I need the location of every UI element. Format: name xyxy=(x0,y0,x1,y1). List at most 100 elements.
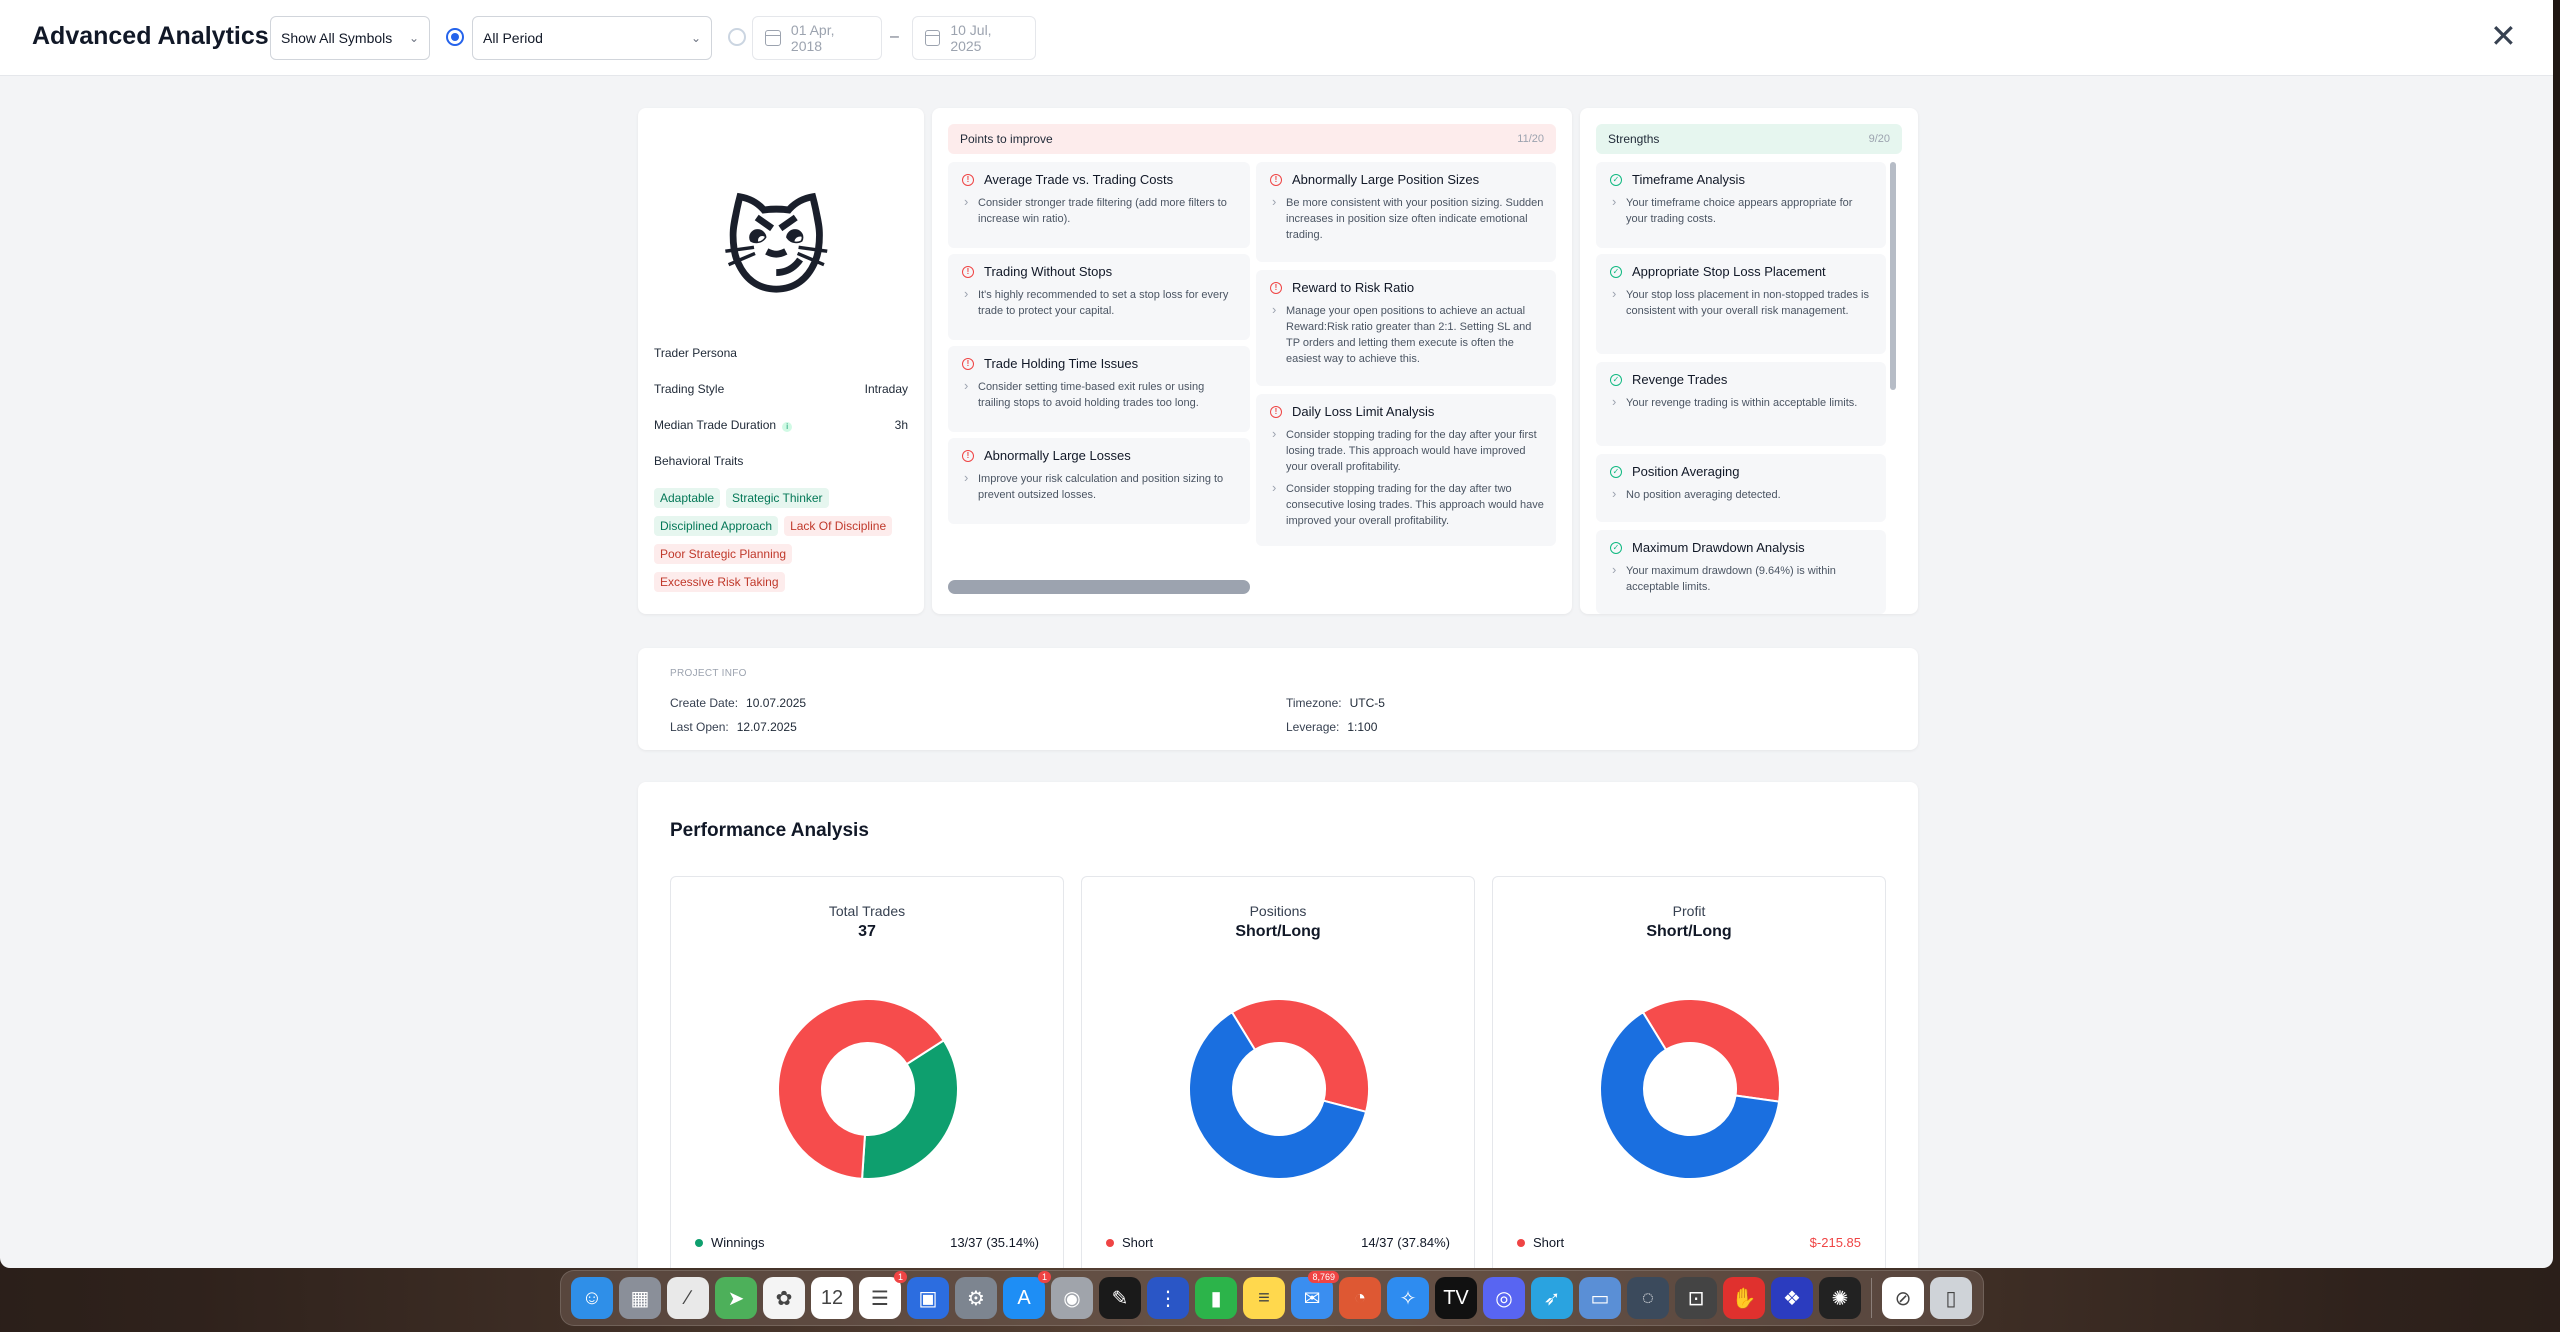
strength-item[interactable]: ✓ Appropriate Stop Loss Placement Your st… xyxy=(1596,254,1886,354)
chart-card-total-trades: Total Trades 37 Winnings 13/37 (35.14%) xyxy=(670,876,1064,1268)
strengths-title: Strengths xyxy=(1608,132,1660,146)
close-icon[interactable]: ✕ xyxy=(2490,20,2517,52)
period-select[interactable]: All Period ⌄ xyxy=(472,16,712,60)
cursor-icon[interactable]: ❖ xyxy=(1771,1277,1813,1319)
telegram-icon[interactable]: ➶ xyxy=(1531,1277,1573,1319)
date-from-value: 01 Apr, 2018 xyxy=(790,22,835,54)
check-icon: ✓ xyxy=(1610,173,1622,186)
traits-label: Behavioral Traits xyxy=(654,454,744,468)
chart-label: Profit xyxy=(1672,903,1706,919)
improve-item[interactable]: ! Average Trade vs. Trading Costs Conside… xyxy=(948,162,1250,248)
horizontal-scrollbar[interactable] xyxy=(948,580,1250,594)
trait-tag: Excessive Risk Taking xyxy=(654,572,785,592)
duckduckgo-icon[interactable]: ◔ xyxy=(1339,1277,1381,1319)
screen-icon[interactable]: ▣ xyxy=(907,1277,949,1319)
improve-item-desc: Consider stopping trading for the day af… xyxy=(1270,480,1544,529)
improve-item[interactable]: ! Trading Without Stops It's highly recom… xyxy=(948,254,1250,340)
numbers-icon[interactable]: ▮ xyxy=(1195,1277,1237,1319)
improve-item-title: Average Trade vs. Trading Costs xyxy=(984,172,1174,187)
strengths-count: 9/20 xyxy=(1868,133,1890,145)
chart-legend: Short 14/37 (37.84%) xyxy=(1106,1235,1450,1250)
trading-style-label: Trading Style xyxy=(654,382,725,396)
blocker-icon[interactable]: ⊘ xyxy=(1882,1277,1924,1319)
screenshot-icon[interactable]: ◉ xyxy=(1051,1277,1093,1319)
launchpad-icon[interactable]: ▦ xyxy=(619,1277,661,1319)
persona-title-text: Trader Persona xyxy=(654,346,737,360)
leverage: Leverage: 1:100 xyxy=(1286,720,1377,734)
capture-icon[interactable]: ⊡ xyxy=(1675,1277,1717,1319)
date-to-input[interactable]: 10 Jul, 2025 xyxy=(912,16,1036,60)
traits-list: Adaptable Strategic Thinker Disciplined … xyxy=(654,488,914,592)
quicktime-icon[interactable]: ◌ xyxy=(1627,1277,1669,1319)
legend-name: Short xyxy=(1122,1235,1154,1250)
improve-item-desc: Be more consistent with your position si… xyxy=(1270,194,1544,243)
period-radio[interactable] xyxy=(446,28,464,46)
improve-item[interactable]: ! Abnormally Large Losses Improve your ri… xyxy=(948,438,1250,524)
finder-icon[interactable]: ☺ xyxy=(571,1277,613,1319)
tradingview-icon[interactable]: TV xyxy=(1435,1277,1477,1319)
chart-legend: Winnings 13/37 (35.14%) xyxy=(695,1235,1039,1250)
symbols-select[interactable]: Show All Symbols ⌄ xyxy=(270,16,430,60)
trait-tag: Lack Of Discipline xyxy=(784,516,893,536)
calendar-icon[interactable]: 12 xyxy=(811,1277,853,1319)
strength-item-desc: No position averaging detected. xyxy=(1610,486,1874,503)
strength-item-title: Revenge Trades xyxy=(1632,372,1728,387)
trash-icon[interactable]: ▯ xyxy=(1930,1277,1972,1319)
improve-card: Points to improve 11/20 ! Average Trade v… xyxy=(932,108,1572,614)
network-icon[interactable]: ⋮ xyxy=(1147,1277,1189,1319)
timezone: Timezone: UTC-5 xyxy=(1286,696,1385,710)
improve-item[interactable]: ! Daily Loss Limit Analysis Consider stop… xyxy=(1256,394,1556,546)
legend-value: 13/37 (35.14%) xyxy=(950,1235,1039,1250)
strength-item-desc: Your revenge trading is within acceptabl… xyxy=(1610,394,1874,411)
legend-dot xyxy=(1106,1239,1114,1247)
improve-item-desc: Manage your open positions to achieve an… xyxy=(1270,302,1544,367)
safari-icon[interactable]: ✧ xyxy=(1387,1277,1429,1319)
page-title: Advanced Analytics xyxy=(32,22,269,50)
chart-subtitle: Short/Long xyxy=(1646,923,1732,940)
adobe-icon[interactable]: ✋ xyxy=(1723,1277,1765,1319)
date-range-radio[interactable] xyxy=(728,28,746,46)
last-open: Last Open: 12.07.2025 xyxy=(670,720,797,734)
vertical-scrollbar[interactable] xyxy=(1890,162,1896,390)
improve-item-desc: Consider setting time-based exit rules o… xyxy=(962,378,1238,411)
calendar-icon xyxy=(765,30,781,46)
strength-item-title: Maximum Drawdown Analysis xyxy=(1632,540,1805,555)
strength-item[interactable]: ✓ Maximum Drawdown Analysis Your maximum … xyxy=(1596,530,1886,614)
improve-item-title: Reward to Risk Ratio xyxy=(1292,280,1415,295)
preview-icon[interactable]: ▭ xyxy=(1579,1277,1621,1319)
warning-icon: ! xyxy=(962,265,974,278)
chart-label: Positions xyxy=(1249,903,1307,919)
improve-item[interactable]: ! Trade Holding Time Issues Consider sett… xyxy=(948,346,1250,432)
donut-slice-0[interactable] xyxy=(1230,999,1369,1114)
donut-chart xyxy=(778,999,958,1179)
reminders-icon[interactable]: ☰ 1 xyxy=(859,1271,907,1319)
improve-item-desc: It's highly recommended to set a stop lo… xyxy=(962,286,1238,319)
strengths-header: Strengths 9/20 xyxy=(1596,124,1902,154)
improve-item[interactable]: ! Reward to Risk Ratio Manage your open p… xyxy=(1256,270,1556,386)
settings-icon[interactable]: ⚙ xyxy=(955,1277,997,1319)
symbols-select-value: Show All Symbols xyxy=(281,30,393,46)
trading-style-row: Trading Style Intraday xyxy=(654,382,908,396)
books-icon[interactable]: ∕ xyxy=(667,1277,709,1319)
improve-header: Points to improve 11/20 xyxy=(948,124,1556,154)
warning-icon: ! xyxy=(1270,405,1282,418)
discord-icon[interactable]: ◎ xyxy=(1483,1277,1525,1319)
maps-icon[interactable]: ➤ xyxy=(715,1277,757,1319)
mail-icon[interactable]: ✉ 8,769 xyxy=(1291,1271,1339,1319)
strength-item[interactable]: ✓ Position Averaging No position averagin… xyxy=(1596,454,1886,522)
date-separator: – xyxy=(890,28,899,45)
info-icon[interactable]: i xyxy=(782,422,793,432)
donut-chart xyxy=(1189,999,1369,1179)
trait-tag: Adaptable xyxy=(654,488,721,508)
chatgpt-icon[interactable]: ✺ xyxy=(1819,1277,1861,1319)
photos-icon[interactable]: ✿ xyxy=(763,1277,805,1319)
strengths-card: Strengths 9/20 ✓ Timeframe Analysis Your … xyxy=(1580,108,1918,614)
date-from-input[interactable]: 01 Apr, 2018 xyxy=(752,16,882,60)
date-to-value: 10 Jul, 2025 xyxy=(950,22,992,54)
notes-icon[interactable]: ≡ xyxy=(1243,1277,1285,1319)
appstore-icon[interactable]: A1 xyxy=(1003,1271,1051,1319)
strength-item[interactable]: ✓ Timeframe Analysis Your timeframe choic… xyxy=(1596,162,1886,248)
strength-item[interactable]: ✓ Revenge Trades Your revenge trading is … xyxy=(1596,362,1886,446)
improve-item[interactable]: ! Abnormally Large Position Sizes Be more… xyxy=(1256,162,1556,262)
xcode-icon[interactable]: ✎ xyxy=(1099,1277,1141,1319)
